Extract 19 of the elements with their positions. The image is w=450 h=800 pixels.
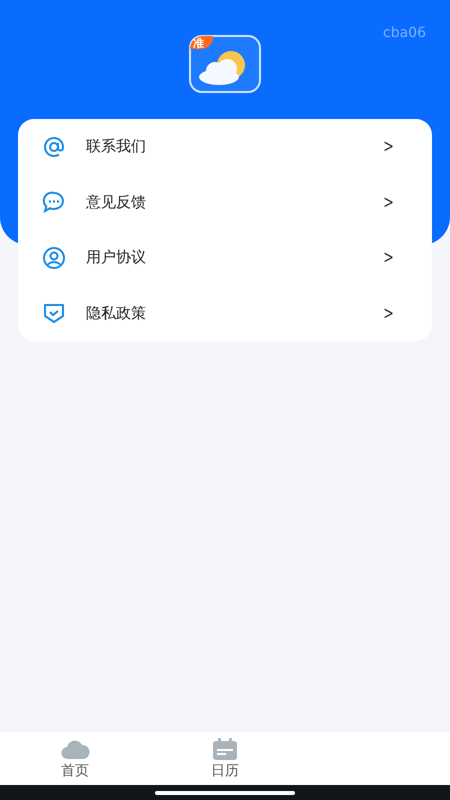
app-icon xyxy=(189,35,261,93)
chat-bubble-icon xyxy=(42,190,66,214)
chevron-icon: > xyxy=(383,247,394,268)
calendar-icon xyxy=(212,738,238,760)
chevron-icon: > xyxy=(383,136,394,158)
menu-item[interactable]: 隐私政策 > xyxy=(18,286,432,341)
shield-icon xyxy=(42,301,66,326)
tab-item[interactable]: 首页 xyxy=(0,732,150,785)
tab-item[interactable]: 日历 xyxy=(150,732,300,785)
user-icon xyxy=(42,246,66,270)
chevron-icon: > xyxy=(383,192,394,213)
menu-item[interactable]: 联系我们 > xyxy=(18,119,432,174)
chevron-icon: > xyxy=(383,302,394,324)
menu-item[interactable]: 用户协议 > xyxy=(18,230,432,286)
badge-label: 准 xyxy=(193,36,204,51)
version-label: cba06 xyxy=(383,25,426,41)
menu-item[interactable]: 意见反馈 > xyxy=(18,174,432,230)
at-sign-icon xyxy=(42,134,66,159)
cloud-icon xyxy=(60,738,90,760)
